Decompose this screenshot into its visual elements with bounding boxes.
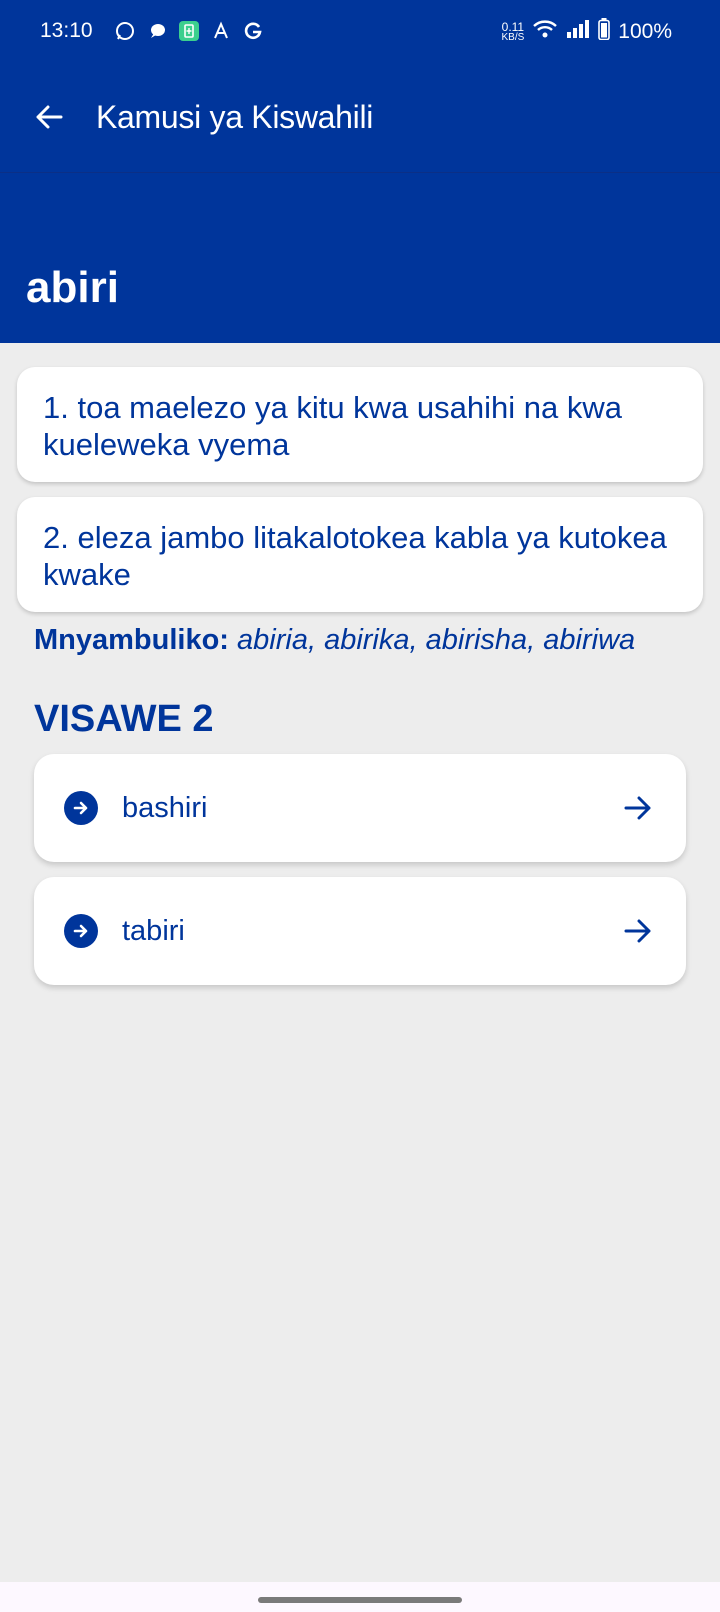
navigation-bar <box>0 1582 720 1612</box>
status-right: 0.11 KB/S 100% <box>501 18 672 46</box>
derivatives: Mnyambuliko: abiria, abirika, abirisha, … <box>34 624 635 657</box>
definition-card: 1. toa maelezo ya kitu kwa usahihi na kw… <box>17 367 703 482</box>
arrow-right-circle-icon <box>64 914 98 948</box>
definition-card: 2. eleza jambo litakalotokea kabla ya ku… <box>17 497 703 612</box>
google-icon <box>242 20 264 42</box>
whatsapp-icon <box>114 20 136 42</box>
synonym-label: tabiri <box>122 915 185 947</box>
derivatives-label: Mnyambuliko: <box>34 624 229 656</box>
definition-text: 2. eleza jambo litakalotokea kabla ya ku… <box>43 520 667 592</box>
arrow-left-icon <box>36 105 63 129</box>
battery-percentage: 100% <box>618 20 672 43</box>
word-title: abiri <box>26 263 119 312</box>
synonyms-heading: VISAWE 2 <box>34 698 214 740</box>
app-bar: Kamusi ya Kiswahili <box>0 66 720 173</box>
wifi-icon <box>532 19 558 45</box>
home-gesture-handle[interactable] <box>258 1597 462 1603</box>
battery-saver-icon <box>178 20 200 42</box>
definition-text: 1. toa maelezo ya kitu kwa usahihi na kw… <box>43 390 622 462</box>
status-bar: 13:10 0.11 KB/S 100% <box>0 0 720 66</box>
word-header: abiri <box>0 173 720 343</box>
net-speed: 0.11 KB/S <box>501 21 524 43</box>
net-speed-unit: KB/S <box>501 32 525 43</box>
synonym-item-bashiri[interactable]: bashiri <box>34 754 686 862</box>
synonym-label: bashiri <box>122 792 208 824</box>
arrow-right-icon <box>620 913 656 949</box>
trending-icon <box>210 20 232 42</box>
battery-icon <box>598 18 611 46</box>
arrow-right-icon <box>620 790 656 826</box>
signal-icon <box>566 19 590 45</box>
synonym-item-tabiri[interactable]: tabiri <box>34 877 686 985</box>
back-button[interactable] <box>28 96 70 138</box>
chat-bubble-icon <box>146 20 168 42</box>
notification-icons <box>114 20 264 42</box>
app-title: Kamusi ya Kiswahili <box>96 99 374 135</box>
status-time: 13:10 <box>40 19 93 42</box>
arrow-right-circle-icon <box>64 791 98 825</box>
derivatives-values: abiria, abirika, abirisha, abiriwa <box>237 624 636 656</box>
